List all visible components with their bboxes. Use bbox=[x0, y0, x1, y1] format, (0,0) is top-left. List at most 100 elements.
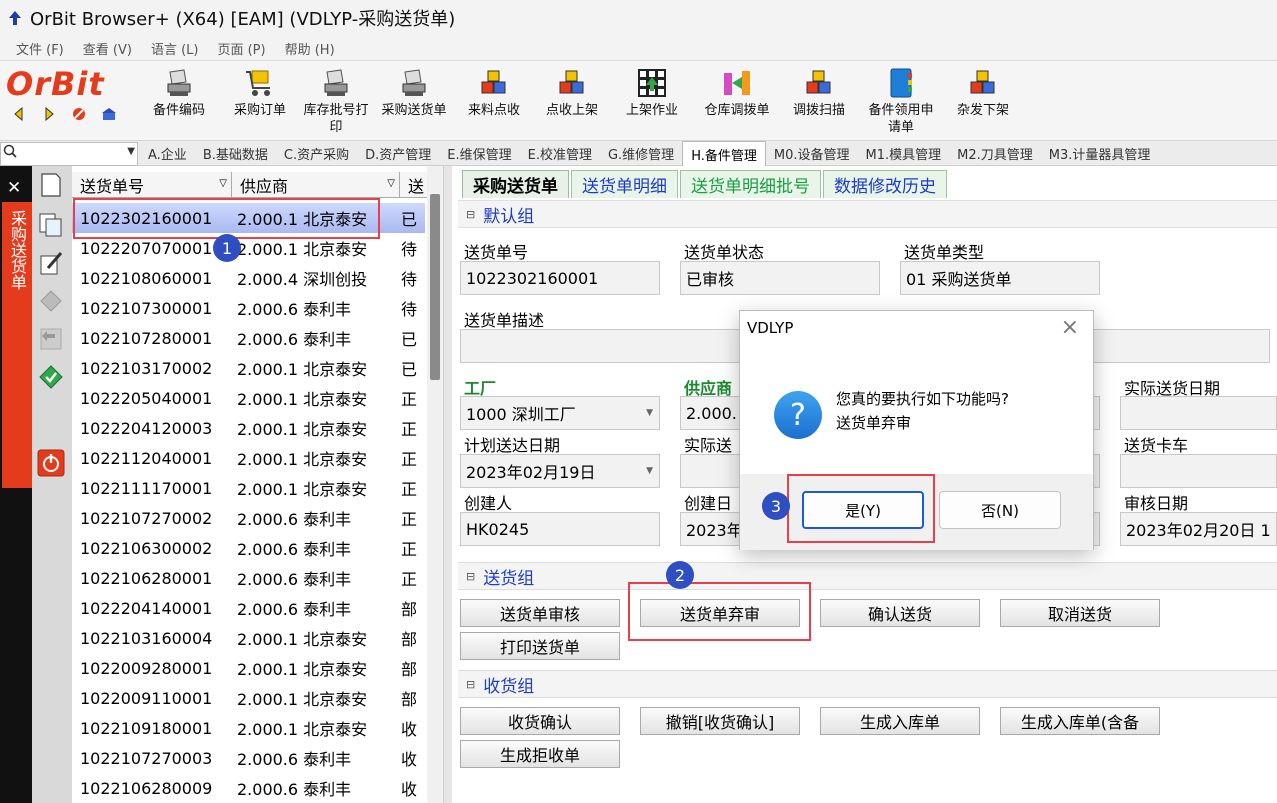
col-header-status[interactable]: 送 bbox=[400, 172, 428, 198]
menu-help[interactable]: 帮助 (H) bbox=[285, 39, 335, 58]
toolbar-button-0[interactable]: 备件编码 bbox=[137, 61, 221, 141]
toolbar-button-1[interactable]: 采购订单 bbox=[221, 61, 299, 141]
chevron-down-icon[interactable]: ▼ bbox=[127, 146, 135, 157]
tab-module-3[interactable]: D.资产管理 bbox=[357, 141, 439, 166]
toolbar-button-9[interactable]: 备件领用申 请单 bbox=[857, 61, 945, 141]
toolbar-button-2[interactable]: 库存批号打 印 bbox=[299, 61, 373, 141]
copy-document-icon[interactable] bbox=[36, 210, 66, 240]
toolbar-button-8[interactable]: 调拨扫描 bbox=[781, 61, 857, 141]
table-row[interactable]: 1022009110001 2.000.1 北京泰安 部 bbox=[72, 683, 425, 713]
list-scrollbar[interactable] bbox=[427, 166, 443, 803]
filter-icon[interactable]: ▽ bbox=[219, 178, 227, 189]
table-row[interactable]: 1022106280009 2.000.6 泰利丰 收 bbox=[72, 773, 425, 803]
table-row[interactable]: 1022107300001 2.000.6 泰利丰 待 bbox=[72, 293, 425, 323]
vertical-tab-purchase-delivery[interactable]: 采购送货单 bbox=[2, 202, 32, 488]
toolbar-button-10[interactable]: 杂发下架 bbox=[945, 61, 1021, 141]
table-row[interactable]: 1022107270002 2.000.6 泰利丰 正 bbox=[72, 503, 425, 533]
collapse-icon[interactable]: ⊟ bbox=[466, 570, 475, 583]
col-header-supplier[interactable]: 供应商 ▽ bbox=[232, 172, 400, 198]
tab-module-7[interactable]: H.备件管理 bbox=[682, 141, 766, 166]
table-row[interactable]: 1022205040001 2.000.1 北京泰安 正 bbox=[72, 383, 425, 413]
tab-module-1[interactable]: B.基础数据 bbox=[195, 141, 276, 166]
tab-delivery-detail-batch[interactable]: 送货单明细批号 bbox=[680, 170, 821, 198]
toolbar-button-7[interactable]: 仓库调拨单 bbox=[693, 61, 781, 141]
menu-language[interactable]: 语言 (L) bbox=[151, 39, 199, 58]
tab-module-0[interactable]: A.企业 bbox=[140, 141, 195, 166]
search-input[interactable]: ▼ bbox=[0, 142, 138, 166]
close-icon[interactable]: × bbox=[1061, 315, 1079, 340]
table-row[interactable]: 1022109180001 2.000.1 北京泰安 收 bbox=[72, 713, 425, 743]
tab-module-4[interactable]: E.维保管理 bbox=[439, 141, 519, 166]
filter-icon[interactable]: ▽ bbox=[387, 178, 395, 189]
edit-icon[interactable] bbox=[36, 248, 66, 278]
save-check-icon[interactable] bbox=[36, 362, 66, 392]
tab-data-history[interactable]: 数据修改历史 bbox=[823, 170, 947, 198]
table-row[interactable]: 1022009280001 2.000.1 北京泰安 部 bbox=[72, 653, 425, 683]
menu-file[interactable]: 文件 (F) bbox=[16, 39, 64, 58]
field-plan-date[interactable]: 2023年02月19日 ▼ bbox=[460, 454, 660, 488]
table-row[interactable]: 1022106300002 2.000.6 泰利丰 正 bbox=[72, 533, 425, 563]
tab-module-2[interactable]: C.资产采购 bbox=[276, 141, 357, 166]
collapse-icon[interactable]: ⊟ bbox=[466, 208, 475, 221]
tab-module-8[interactable]: M0.设备管理 bbox=[766, 141, 858, 166]
section-default-group[interactable]: ⊟ 默认组 bbox=[458, 200, 1277, 228]
table-row[interactable]: 1022204120003 2.000.1 北京泰安 正 bbox=[72, 413, 425, 443]
field-audit-date[interactable]: 2023年02月20日 1 bbox=[1120, 512, 1277, 546]
table-row[interactable]: 1022103170002 2.000.1 北京泰安 已 bbox=[72, 353, 425, 383]
scrollbar-thumb[interactable] bbox=[430, 194, 440, 380]
field-type[interactable]: 01 采购送货单 bbox=[900, 261, 1100, 295]
delete-icon[interactable] bbox=[36, 286, 66, 316]
generate-stock-in-button[interactable]: 生成入库单 bbox=[820, 707, 980, 735]
tab-purchase-delivery[interactable]: 采购送货单 bbox=[462, 170, 569, 198]
power-exit-icon[interactable] bbox=[36, 448, 66, 478]
close-icon[interactable]: ✕ bbox=[7, 178, 21, 198]
table-row[interactable]: 1022204140001 2.000.6 泰利丰 部 bbox=[72, 593, 425, 623]
tab-module-9[interactable]: M1.模具管理 bbox=[858, 141, 950, 166]
section-receive-group[interactable]: ⊟ 收货组 bbox=[458, 670, 1277, 698]
no-button[interactable]: 否(N) bbox=[939, 491, 1061, 529]
field-truck[interactable] bbox=[1120, 454, 1277, 488]
undo-icon[interactable] bbox=[36, 324, 66, 354]
section-delivery-group[interactable]: ⊟ 送货组 bbox=[458, 562, 1277, 590]
tab-delivery-detail[interactable]: 送货单明细 bbox=[571, 170, 678, 198]
menu-view[interactable]: 查看 (V) bbox=[83, 39, 132, 58]
menu-page[interactable]: 页面 (P) bbox=[217, 39, 265, 58]
field-creator[interactable]: HK0245 bbox=[460, 512, 660, 546]
new-document-icon[interactable] bbox=[36, 170, 66, 200]
tab-module-5[interactable]: E.校准管理 bbox=[520, 141, 600, 166]
home-icon[interactable] bbox=[100, 107, 118, 125]
field-status[interactable]: 已审核 bbox=[680, 261, 880, 295]
table-row[interactable]: 1022107270003 2.000.6 泰利丰 收 bbox=[72, 743, 425, 773]
back-icon[interactable] bbox=[10, 106, 28, 125]
forward-icon[interactable] bbox=[40, 106, 58, 125]
table-row[interactable]: 1022107280001 2.000.6 泰利丰 已 bbox=[72, 323, 425, 353]
undo-receive-confirm-button[interactable]: 撤销[收货确认] bbox=[640, 707, 800, 735]
col-header-delivery-no[interactable]: 送货单号 ▽ bbox=[72, 172, 232, 198]
collapse-icon[interactable]: ⊟ bbox=[466, 678, 475, 691]
cancel-delivery-button[interactable]: 取消送货 bbox=[1000, 599, 1160, 627]
chevron-down-icon[interactable]: ▼ bbox=[646, 466, 653, 476]
toolbar-button-3[interactable]: 采购送货单 bbox=[373, 61, 455, 141]
table-row[interactable]: 1022111170001 2.000.1 北京泰安 正 bbox=[72, 473, 425, 503]
receive-confirm-button[interactable]: 收货确认 bbox=[460, 707, 620, 735]
table-row[interactable]: 1022103160004 2.000.1 北京泰安 部 bbox=[72, 623, 425, 653]
print-delivery-button[interactable]: 打印送货单 bbox=[460, 632, 620, 660]
delivery-audit-button[interactable]: 送货单审核 bbox=[460, 599, 620, 627]
panel-splitter[interactable] bbox=[443, 166, 452, 803]
toolbar-button-5[interactable]: 点收上架 bbox=[533, 61, 611, 141]
table-row[interactable]: 1022108060001 2.000.4 深圳创投 待 bbox=[72, 263, 425, 293]
tab-module-10[interactable]: M2.刀具管理 bbox=[949, 141, 1041, 166]
tab-module-6[interactable]: G.维修管理 bbox=[600, 141, 682, 166]
toolbar-button-6[interactable]: 上架作业 bbox=[611, 61, 693, 141]
toolbar-button-4[interactable]: 来料点收 bbox=[455, 61, 533, 141]
generate-stock-in-with-spare-button[interactable]: 生成入库单(含备 bbox=[1000, 707, 1160, 735]
field-actual-delivery-date[interactable] bbox=[1120, 396, 1277, 430]
chevron-down-icon[interactable]: ▼ bbox=[646, 408, 653, 418]
stop-icon[interactable] bbox=[70, 107, 88, 125]
field-delivery-no[interactable]: 1022302160001 bbox=[460, 261, 660, 295]
confirm-delivery-button[interactable]: 确认送货 bbox=[820, 599, 980, 627]
field-factory[interactable]: 1000 深圳工厂 ▼ bbox=[460, 396, 660, 430]
tab-module-11[interactable]: M3.计量器具管理 bbox=[1041, 141, 1159, 166]
table-row[interactable]: 1022112040001 2.000.1 北京泰安 正 bbox=[72, 443, 425, 473]
generate-reject-button[interactable]: 生成拒收单 bbox=[460, 740, 620, 768]
